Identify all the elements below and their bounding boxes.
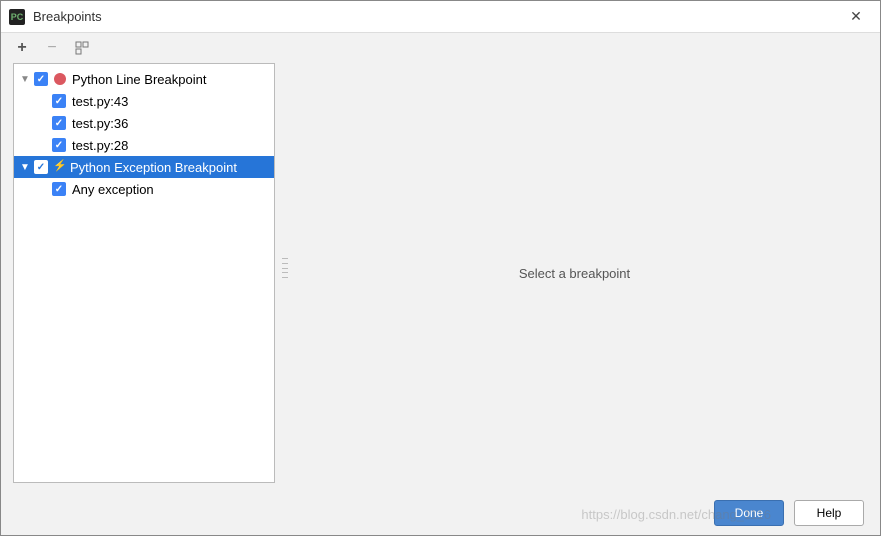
checkbox[interactable]: [52, 138, 66, 152]
checkbox[interactable]: [34, 160, 48, 174]
split-drag-handle[interactable]: [282, 258, 288, 278]
checkbox[interactable]: [52, 182, 66, 196]
tree-item[interactable]: test.py:36: [14, 112, 274, 134]
checkbox[interactable]: [34, 72, 48, 86]
checkbox[interactable]: [52, 94, 66, 108]
tree-item[interactable]: Any exception: [14, 178, 274, 200]
close-icon[interactable]: ✕: [840, 8, 872, 25]
tree-item-label: Any exception: [72, 182, 274, 197]
chevron-down-icon[interactable]: ▼: [20, 74, 34, 85]
add-breakpoint-button[interactable]: +: [13, 39, 31, 57]
tree-group-label: Python Exception Breakpoint: [70, 160, 274, 175]
tree-item-label: test.py:28: [72, 138, 274, 153]
breakpoint-tree[interactable]: ▼ Python Line Breakpoint test.py:43 test…: [13, 63, 275, 483]
breakpoint-circle-icon: [54, 73, 66, 85]
breakpoints-dialog: PC Breakpoints ✕ + − ▼ Python Line Break…: [0, 0, 881, 536]
tree-item[interactable]: test.py:28: [14, 134, 274, 156]
detail-panel: Select a breakpoint: [281, 63, 868, 483]
tree-group-label: Python Line Breakpoint: [72, 72, 274, 87]
help-button[interactable]: Help: [794, 500, 864, 526]
chevron-down-icon[interactable]: ▼: [20, 162, 34, 173]
content-area: ▼ Python Line Breakpoint test.py:43 test…: [1, 63, 880, 491]
tree-group-exception-breakpoint[interactable]: ▼ Python Exception Breakpoint: [14, 156, 274, 178]
tree-item-label: test.py:36: [72, 116, 274, 131]
app-icon: PC: [9, 9, 25, 25]
exception-lightning-icon: [54, 162, 64, 172]
titlebar: PC Breakpoints ✕: [1, 1, 880, 33]
tree-item-label: test.py:43: [72, 94, 274, 109]
group-by-button[interactable]: [73, 39, 91, 57]
placeholder-text: Select a breakpoint: [519, 266, 630, 281]
remove-breakpoint-button[interactable]: −: [43, 39, 61, 57]
tree-item[interactable]: test.py:43: [14, 90, 274, 112]
tree-group-line-breakpoint[interactable]: ▼ Python Line Breakpoint: [14, 68, 274, 90]
dialog-footer: Done Help: [1, 491, 880, 535]
done-button[interactable]: Done: [714, 500, 784, 526]
checkbox[interactable]: [52, 116, 66, 130]
window-title: Breakpoints: [33, 9, 840, 24]
toolbar: + −: [1, 33, 880, 63]
